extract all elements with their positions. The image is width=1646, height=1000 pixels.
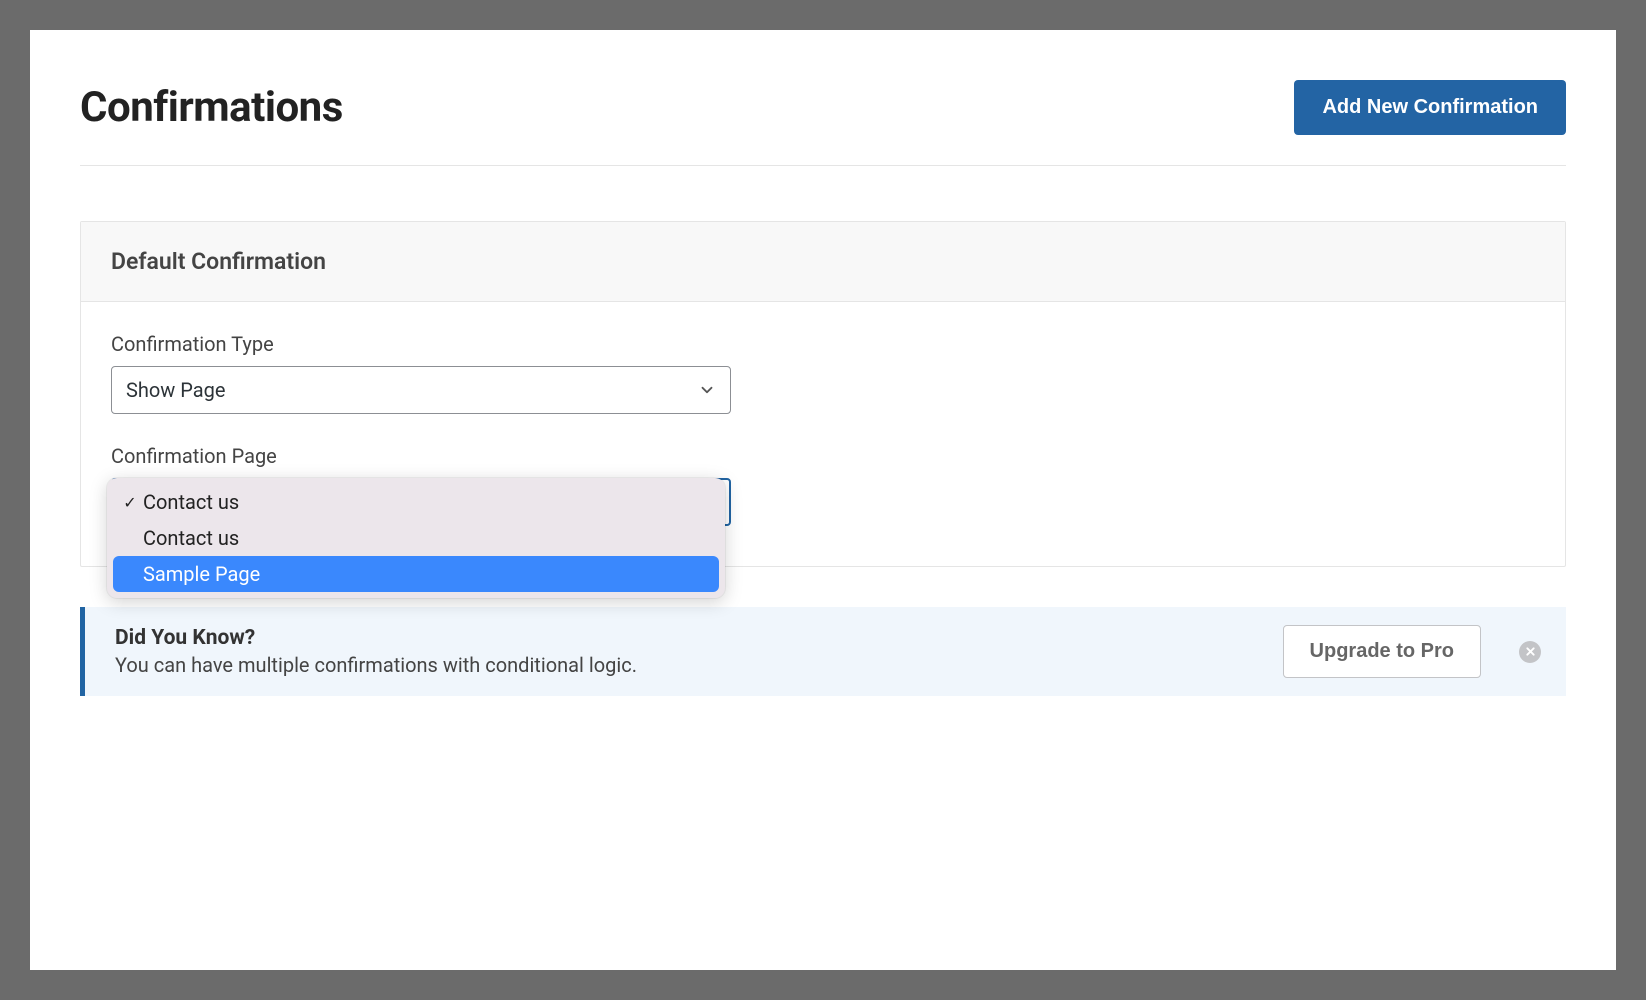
confirmation-page-select-wrap: ✓ Contact us Contact us Sample Page [111,478,731,526]
card-body: Confirmation Type Show Page Confirmation… [81,302,1565,566]
banner-text: Did You Know? You can have multiple conf… [115,626,1263,677]
close-icon [1525,646,1536,657]
page-title: Confirmations [80,83,343,132]
header-divider [80,165,1566,166]
card-title: Default Confirmation [81,222,1565,302]
confirmation-type-value: Show Page [126,378,226,402]
confirmation-type-label: Confirmation Type [111,332,1535,356]
confirmation-page-label: Confirmation Page [111,444,1535,468]
add-new-confirmation-button[interactable]: Add New Confirmation [1294,80,1566,135]
dropdown-option-contact-us-2[interactable]: Contact us [113,520,719,556]
dropdown-option-sample-page[interactable]: Sample Page [113,556,719,592]
dropdown-option-label: Contact us [143,490,239,514]
dropdown-option-label: Sample Page [143,562,260,586]
banner-desc: You can have multiple confirmations with… [115,653,1263,677]
upgrade-to-pro-button[interactable]: Upgrade to Pro [1283,625,1481,678]
did-you-know-banner: Did You Know? You can have multiple conf… [80,607,1566,696]
confirmation-type-select[interactable]: Show Page [111,366,731,414]
dropdown-option-contact-us-1[interactable]: ✓ Contact us [113,484,719,520]
app-window: Confirmations Add New Confirmation Defau… [30,30,1616,970]
banner-title: Did You Know? [115,626,1263,650]
dropdown-option-label: Contact us [143,526,239,550]
chevron-down-icon [698,381,716,399]
page-header: Confirmations Add New Confirmation [80,80,1566,135]
dismiss-banner-button[interactable] [1519,641,1541,663]
checkmark-icon: ✓ [121,493,139,512]
confirmation-page-dropdown: ✓ Contact us Contact us Sample Page [107,478,725,598]
confirmation-card: Default Confirmation Confirmation Type S… [80,221,1566,567]
